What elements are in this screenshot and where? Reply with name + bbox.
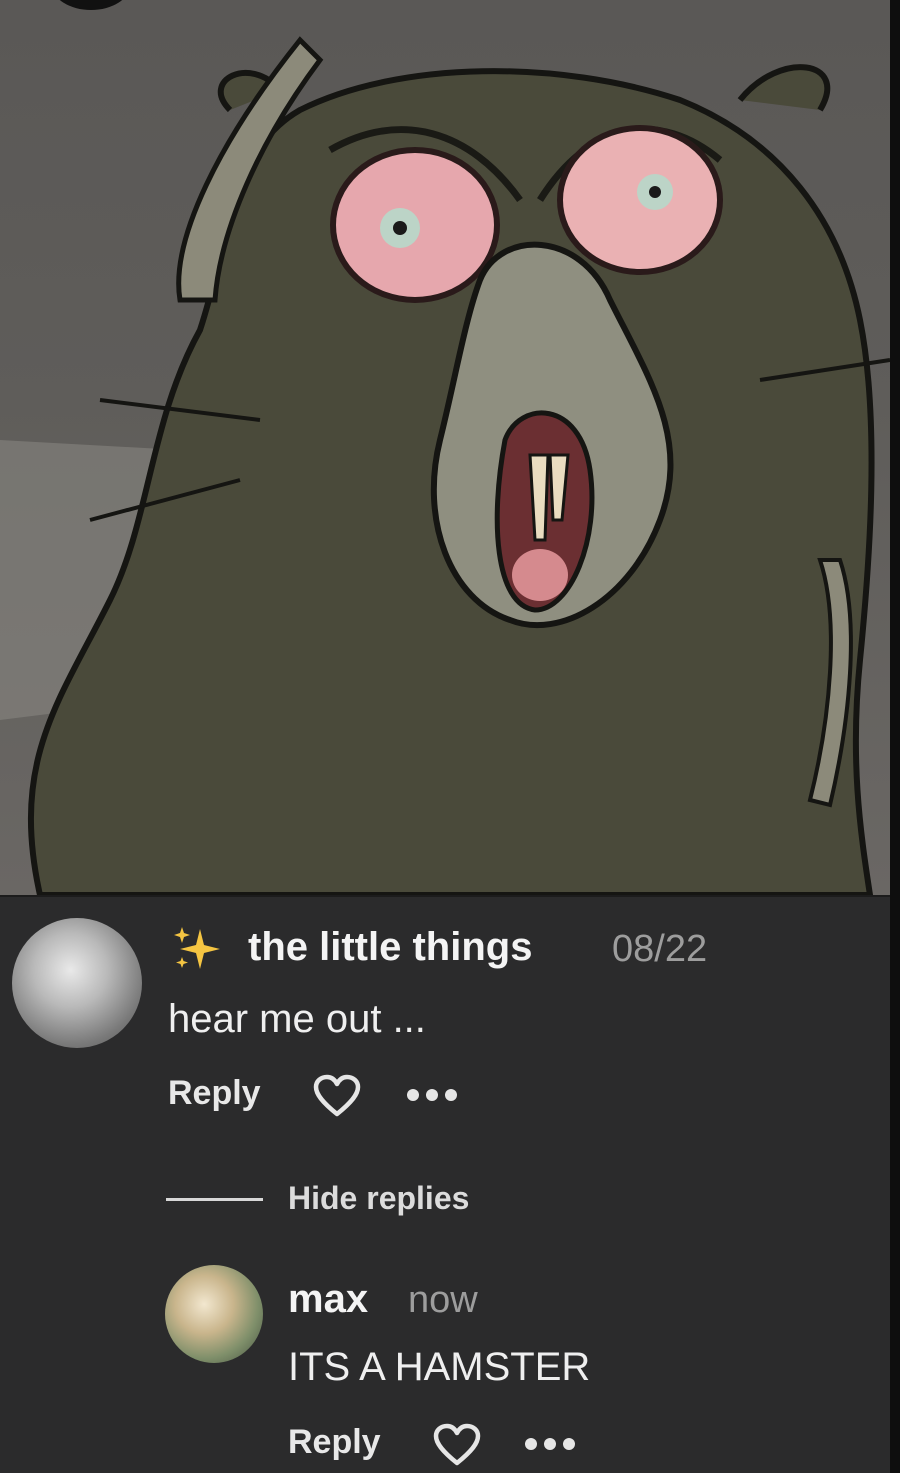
- reply-text: ITS A HAMSTER: [288, 1345, 591, 1389]
- heart-icon[interactable]: [432, 1423, 482, 1472]
- reply-button[interactable]: Reply: [288, 1423, 381, 1462]
- comment-timestamp: 08/22: [612, 928, 708, 970]
- reply-timestamp: now: [408, 1279, 478, 1321]
- comment-item: the little things 08/22 hear me out ... …: [0, 0, 890, 1473]
- more-options-icon[interactable]: [404, 1087, 460, 1108]
- hide-replies-button[interactable]: Hide replies: [288, 1180, 469, 1217]
- reply-item: max now ITS A HAMSTER Reply: [0, 1265, 890, 1466]
- sparkles-icon: [170, 925, 226, 978]
- heart-icon[interactable]: [312, 1074, 362, 1123]
- replies-divider-line: [166, 1198, 263, 1201]
- screen-edge: [890, 0, 900, 1473]
- comment-thread-screen: the little things 08/22 hear me out ... …: [0, 0, 890, 1473]
- comment-username[interactable]: the little things: [248, 925, 532, 970]
- comment-text: hear me out ...: [168, 997, 426, 1041]
- reply-username[interactable]: max: [288, 1277, 368, 1322]
- reply-avatar[interactable]: [165, 1265, 263, 1363]
- more-options-icon[interactable]: [522, 1436, 578, 1457]
- commenter-avatar[interactable]: [12, 918, 142, 1048]
- reply-button[interactable]: Reply: [168, 1074, 261, 1113]
